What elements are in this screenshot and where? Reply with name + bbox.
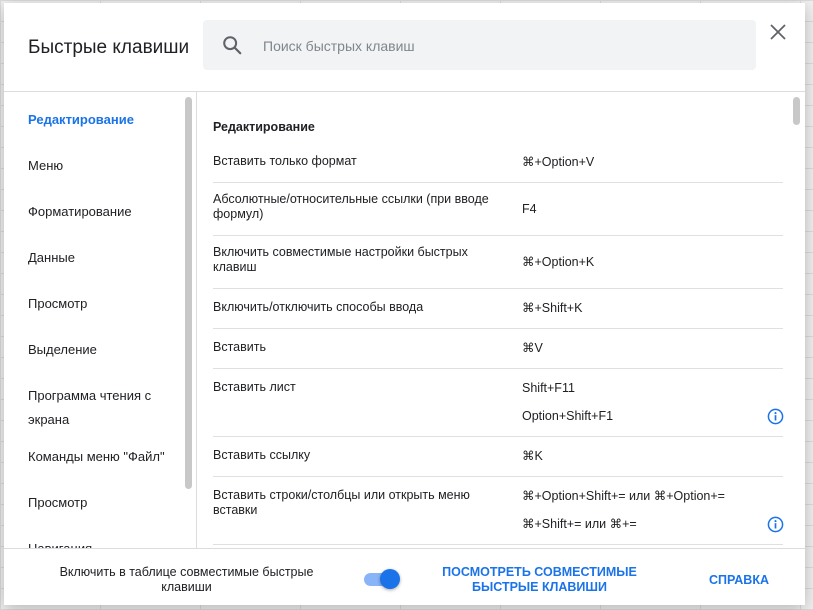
shortcut-row: Абсолютные/относительные ссылки (при вво… xyxy=(213,182,783,236)
sidebar-item-file-menu[interactable]: Команды меню "Файл" xyxy=(28,445,178,469)
content-scrollbar[interactable] xyxy=(793,97,800,125)
shortcut-key: ⌘+Shift+K xyxy=(522,301,583,315)
dialog-title: Быстрые клавиши xyxy=(28,37,190,58)
shortcut-row: Вставить ссылку ⌘K xyxy=(213,436,783,477)
info-icon[interactable] xyxy=(767,408,784,425)
info-icon[interactable] xyxy=(767,516,784,533)
dialog-footer: Включить в таблице совместимые быстрые к… xyxy=(4,548,805,605)
sidebar-item-editing[interactable]: Редактирование xyxy=(28,108,178,132)
shortcut-name: Вставить ссылку xyxy=(213,448,311,462)
shortcut-key: F4 xyxy=(522,202,537,216)
shortcut-key: ⌘+Option+K xyxy=(522,255,595,269)
shortcut-key: ⌘+Option+Shift+= или ⌘+Option+= xyxy=(522,489,725,503)
close-icon[interactable] xyxy=(766,20,790,44)
sidebar-item-selection[interactable]: Выделение xyxy=(28,338,178,362)
sidebar-item-view[interactable]: Просмотр xyxy=(28,292,178,316)
shortcut-key: ⌘V xyxy=(522,341,543,355)
shortcut-key: ⌘+Option+V xyxy=(522,155,595,169)
compat-toggle-label: Включить в таблице совместимые быстрые к… xyxy=(59,565,314,594)
help-button[interactable]: СПРАВКА xyxy=(704,573,774,588)
shortcut-name: Вставить xyxy=(213,340,266,354)
sidebar-item-menus[interactable]: Меню xyxy=(28,154,178,178)
sidebar-scrollbar[interactable] xyxy=(185,97,192,489)
shortcut-name: Вставить строки/столбцы или открыть меню… xyxy=(213,488,470,517)
sidebar-item-data[interactable]: Данные xyxy=(28,246,178,270)
shortcut-name: Абсолютные/относительные ссылки (при вво… xyxy=(213,192,489,221)
compat-shortcuts-toggle[interactable] xyxy=(364,568,402,590)
shortcut-name: Вставить только формат xyxy=(213,154,357,168)
toggle-thumb xyxy=(380,569,400,589)
shortcut-row: Вставить только формат ⌘+Option+V xyxy=(213,142,783,183)
sidebar-item-screen-reader[interactable]: Программа чтения с экрана xyxy=(28,384,178,432)
shortcuts-list: Редактирование Вставить только формат ⌘+… xyxy=(197,92,805,548)
shortcut-key: ⌘K xyxy=(522,449,543,463)
shortcut-key: Shift+F11 xyxy=(522,381,575,395)
shortcut-key: Option+Shift+F1 xyxy=(522,409,614,423)
shortcuts-dialog: Быстрые клавиши Редактирование Меню Форм… xyxy=(4,3,805,605)
search-box[interactable] xyxy=(203,20,756,72)
shortcut-name: Вставить лист xyxy=(213,380,296,394)
shortcut-row: Включить совместимые настройки быстрых к… xyxy=(213,235,783,289)
search-input[interactable] xyxy=(261,20,745,72)
sidebar-item-formatting[interactable]: Форматирование xyxy=(28,200,178,224)
shortcut-row: Вставить ⌘V xyxy=(213,328,783,369)
sidebar-item-navigation[interactable]: Навигация xyxy=(28,537,178,548)
view-compatible-shortcuts-button[interactable]: ПОСМОТРЕТЬ СОВМЕСТИМЫЕ БЫСТРЫЕ КЛАВИШИ xyxy=(432,565,647,595)
shortcut-row: Вставить лист Shift+F11 Option+Shift+F1 xyxy=(213,368,784,437)
shortcut-name: Включить совместимые настройки быстрых к… xyxy=(213,245,468,274)
sidebar-item-view-2[interactable]: Просмотр xyxy=(28,491,178,515)
shortcut-name: Включить/отключить способы ввода xyxy=(213,300,424,314)
shortcut-row: Включить/отключить способы ввода ⌘+Shift… xyxy=(213,288,783,329)
section-title: Редактирование xyxy=(213,120,315,134)
shortcut-row: Вставить строки/столбцы или открыть меню… xyxy=(213,476,784,545)
category-sidebar: Редактирование Меню Форматирование Данны… xyxy=(4,92,197,548)
shortcut-key: ⌘+Shift+= или ⌘+= xyxy=(522,517,637,531)
search-icon xyxy=(223,36,242,55)
